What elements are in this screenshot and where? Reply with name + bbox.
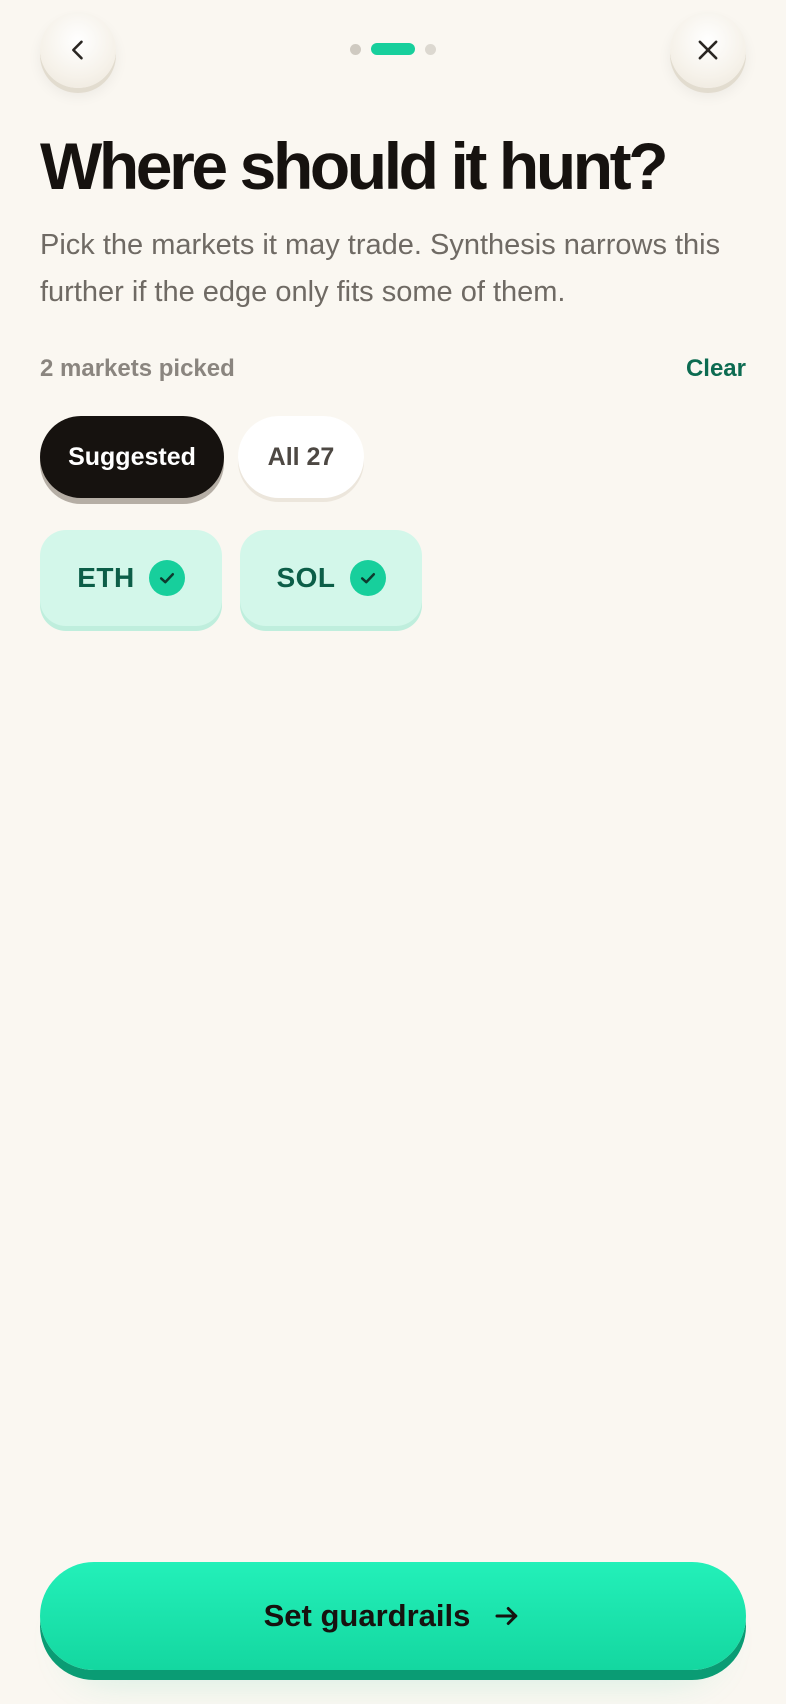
close-icon [698,40,718,60]
filter-suggested[interactable]: Suggested [40,416,224,498]
page-title: Where should it hunt? [40,129,669,203]
close-button[interactable] [670,12,746,88]
step-dot-3 [425,43,436,55]
arrow-right-icon [495,1607,518,1625]
screen: Where should it hunt? Pick the markets i… [0,0,786,1704]
market-list: ETH SOL [40,530,422,626]
market-filter-tabs: Suggested All 27 [40,416,364,498]
page-subtitle: Pick the markets it may trade. Synthesis… [40,229,721,308]
step-dot-2-active [371,43,415,55]
check-icon [349,560,386,596]
check-icon [148,560,185,596]
chevron-left-icon [72,40,83,60]
market-chip-sol[interactable]: SOL [240,530,422,626]
market-label: SOL [276,562,336,593]
step-dot-1 [350,43,361,55]
clear-button[interactable]: Clear [686,355,746,383]
market-chip-eth[interactable]: ETH [40,530,222,626]
step-indicator [350,43,436,55]
markets-picked-count: 2 markets picked [40,355,235,382]
back-button[interactable] [40,12,116,88]
set-guardrails-button[interactable]: Set guardrails [40,1562,746,1670]
cta-label: Set guardrails [263,1598,471,1633]
filter-all[interactable]: All 27 [238,416,364,498]
market-label: ETH [77,562,135,593]
